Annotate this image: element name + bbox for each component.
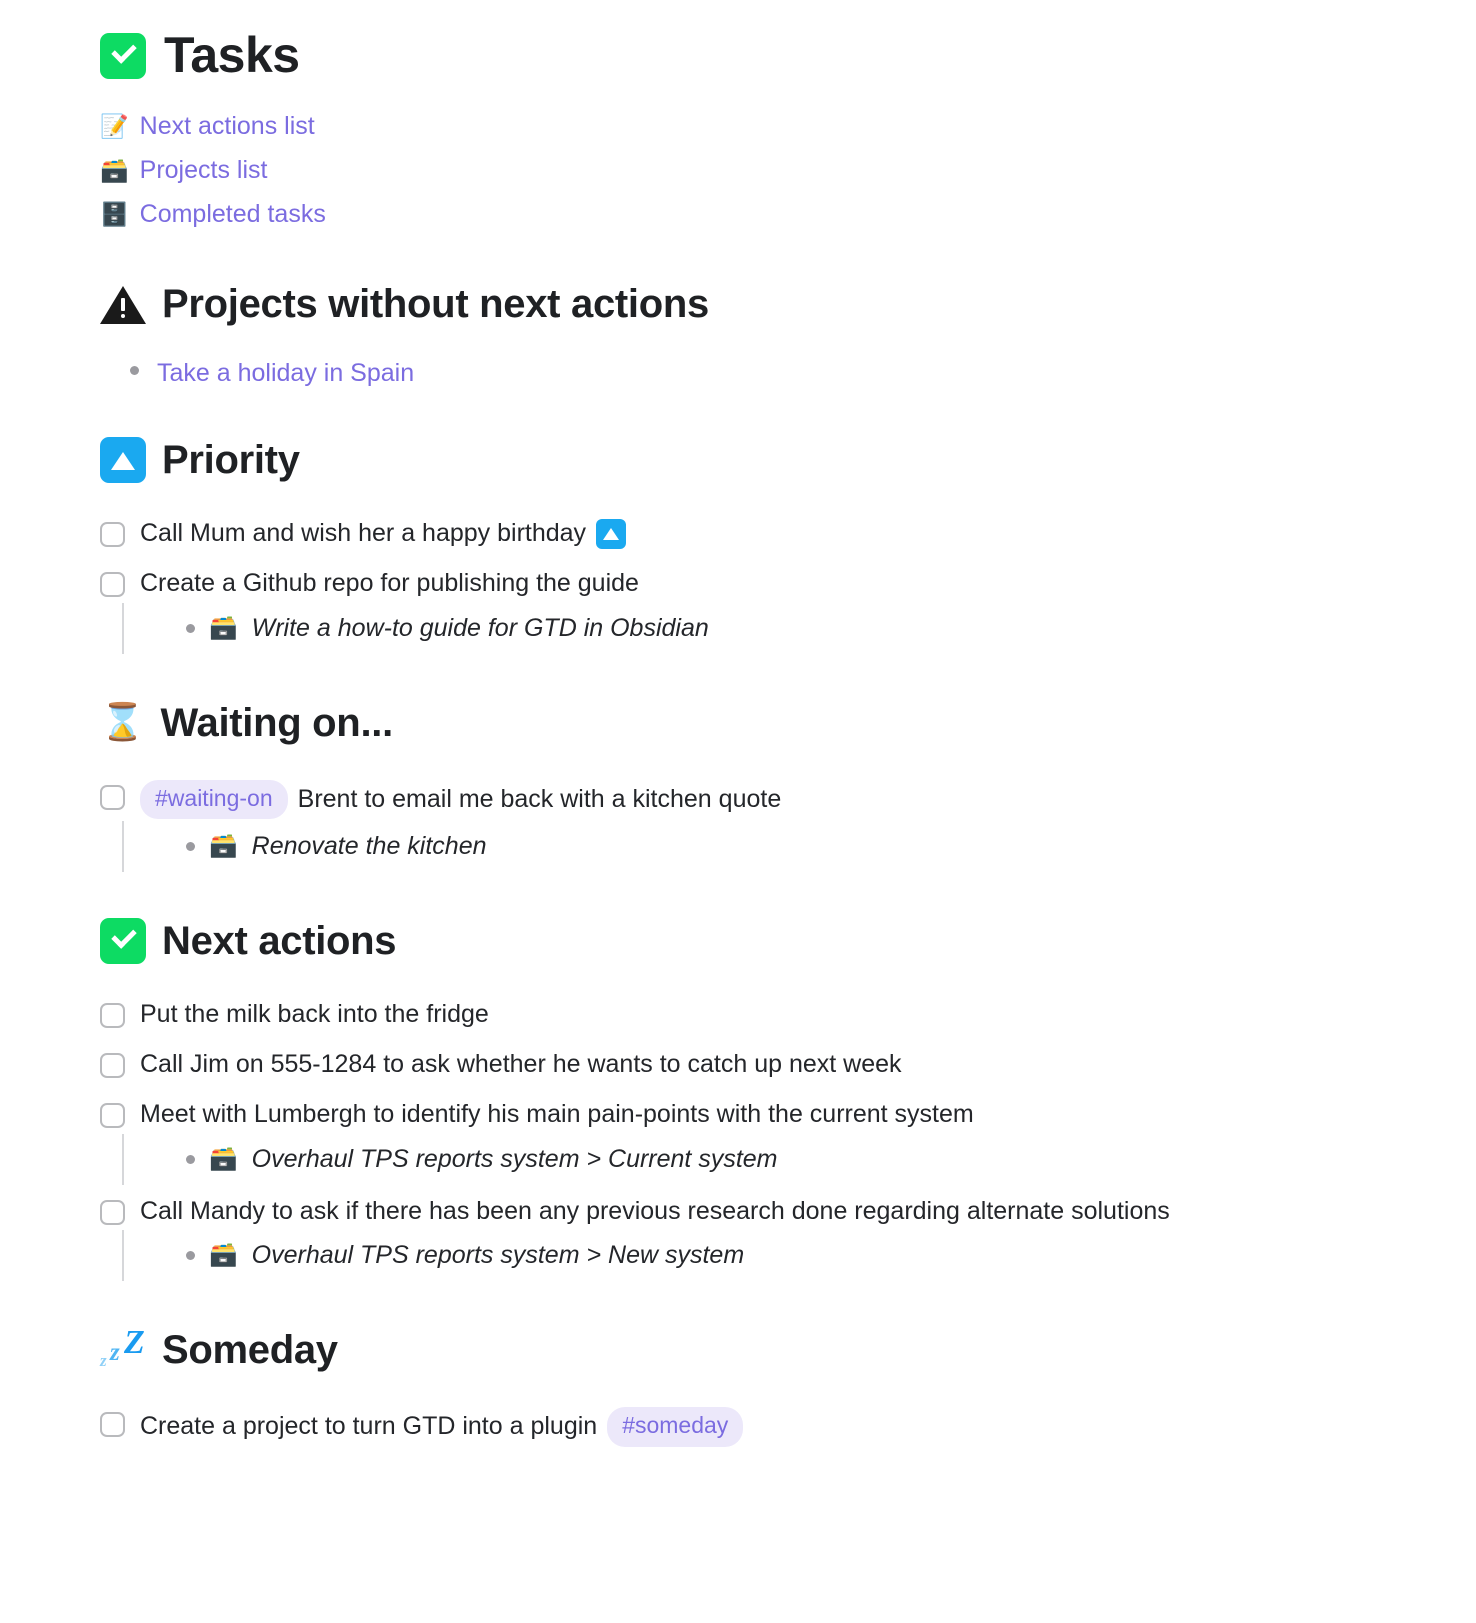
task-row[interactable]: Call Mum and wish her a happy birthday (100, 509, 1436, 559)
card-file-box-icon: 🗃️ (209, 833, 238, 860)
warning-triangle-icon (100, 284, 146, 324)
heading-next-actions: Next actions (100, 918, 1436, 965)
task-row[interactable]: Meet with Lumbergh to identify his main … (100, 1090, 1436, 1140)
task-content: Create a project to turn GTD into a plug… (140, 1407, 744, 1448)
task-content: Meet with Lumbergh to identify his main … (140, 1098, 974, 1132)
blue-up-triangle-badge-icon (100, 437, 146, 483)
task-row[interactable]: Put the milk back into the fridge (100, 990, 1436, 1040)
task-project-reference[interactable]: 🗃️ Renovate the kitchen (122, 821, 1436, 874)
bullet-icon (186, 1251, 195, 1261)
heading-waiting-on: ⌛ Waiting on... (100, 700, 1436, 746)
task-checkbox[interactable] (100, 1102, 125, 1128)
task-content: #waiting-on Brent to email me back with … (140, 779, 782, 820)
link-projects-list[interactable]: Projects list (140, 149, 268, 193)
task-checkbox[interactable] (100, 571, 125, 597)
bullet-icon (186, 623, 195, 633)
project-reference-label: Renovate the kitchen (251, 832, 487, 861)
task-label: Meet with Lumbergh to identify his main … (140, 1099, 974, 1128)
task-row[interactable]: Create a Github repo for publishing the … (100, 559, 1436, 609)
page-title: Tasks (100, 28, 1436, 83)
task-checkbox[interactable] (100, 1053, 125, 1079)
task-row[interactable]: #waiting-on Brent to email me back with … (100, 772, 1436, 828)
heading-text: Priority (162, 438, 300, 482)
link-row-completed[interactable]: 🗄️ Completed tasks (100, 193, 1436, 237)
file-cabinet-icon: 🗄️ (100, 201, 129, 228)
next-actions-task-list: Put the milk back into the fridge Call J… (100, 990, 1436, 1283)
heading-text: Someday (162, 1328, 338, 1373)
task-checkbox[interactable] (100, 1412, 125, 1438)
card-file-box-icon: 🗃️ (209, 1145, 238, 1172)
task-label: Call Mandy to ask if there has been any … (140, 1196, 1170, 1225)
blue-up-triangle-badge-icon (596, 518, 627, 549)
tag-someday[interactable]: #someday (607, 1407, 744, 1448)
bullet-icon (130, 366, 139, 375)
project-reference-label: Write a how-to guide for GTD in Obsidian (251, 613, 709, 642)
card-file-box-icon: 🗃️ (209, 614, 238, 641)
heading-priority: Priority (100, 437, 1436, 483)
zzz-icon: zzZ (100, 1324, 145, 1371)
card-file-box-icon: 🗃️ (100, 157, 129, 184)
task-row[interactable]: Call Mandy to ask if there has been any … (100, 1187, 1436, 1237)
project-link-take-a-holiday-in-spain[interactable]: Take a holiday in Spain (157, 353, 414, 393)
task-project-reference[interactable]: 🗃️ Overhaul TPS reports system > New sys… (122, 1230, 1436, 1283)
priority-task-list: Call Mum and wish her a happy birthday C… (100, 509, 1436, 656)
someday-task-list: Create a project to turn GTD into a plug… (100, 1399, 1436, 1455)
task-label: Create a project to turn GTD into a plug… (140, 1412, 598, 1441)
task-content: Create a Github repo for publishing the … (140, 567, 639, 601)
task-project-reference[interactable]: 🗃️ Overhaul TPS reports system > Current… (122, 1133, 1436, 1187)
list-item[interactable]: Take a holiday in Spain (130, 353, 1436, 393)
task-label: Brent to email me back with a kitchen qu… (297, 784, 782, 813)
task-content: Call Jim on 555-1284 to ask whether he w… (140, 1048, 902, 1082)
task-label: Create a Github repo for publishing the … (140, 568, 639, 597)
page-title-text: Tasks (164, 27, 300, 83)
white-check-mark-emoji (100, 32, 146, 79)
heading-text: Next actions (162, 919, 397, 964)
task-checkbox[interactable] (100, 1003, 125, 1029)
project-reference-label: Overhaul TPS reports system > New system (251, 1241, 745, 1270)
task-checkbox[interactable] (100, 522, 125, 547)
task-label: Call Mum and wish her a happy birthday (140, 519, 587, 547)
heading-projects-without-next-actions: Projects without next actions (100, 281, 1436, 327)
task-checkbox[interactable] (100, 1199, 125, 1225)
link-row-next-actions[interactable]: 📝 Next actions list (100, 105, 1436, 149)
bullet-icon (186, 842, 195, 852)
heading-text: Waiting on... (160, 700, 394, 745)
task-row[interactable]: Call Jim on 555-1284 to ask whether he w… (100, 1040, 1436, 1090)
task-checkbox[interactable] (100, 784, 125, 810)
task-row[interactable]: Create a project to turn GTD into a plug… (100, 1399, 1436, 1455)
note-body: Tasks 📝 Next actions list 🗃️ Projects li… (0, 0, 1476, 1495)
heading-text: Projects without next actions (162, 282, 709, 326)
task-content: Call Mandy to ask if there has been any … (140, 1195, 1170, 1229)
hourglass-icon: ⌛ (100, 701, 145, 743)
heading-someday: zzZ Someday (100, 1324, 1436, 1373)
waiting-on-task-list: #waiting-on Brent to email me back with … (100, 772, 1436, 875)
task-content: Call Mum and wish her a happy birthday (140, 517, 627, 551)
white-check-mark-emoji (100, 918, 146, 965)
link-next-actions-list[interactable]: Next actions list (140, 105, 315, 149)
task-content: Put the milk back into the fridge (140, 998, 489, 1032)
task-label: Put the milk back into the fridge (140, 1000, 489, 1029)
bullet-icon (186, 1154, 195, 1164)
task-project-reference[interactable]: 🗃️ Write a how-to guide for GTD in Obsid… (122, 602, 1436, 656)
memo-icon: 📝 (100, 113, 129, 140)
task-label: Call Jim on 555-1284 to ask whether he w… (140, 1050, 902, 1079)
projects-without-next-actions-list: Take a holiday in Spain (100, 353, 1436, 393)
link-completed-tasks[interactable]: Completed tasks (140, 193, 326, 237)
link-row-projects[interactable]: 🗃️ Projects list (100, 149, 1436, 193)
note-links-list: 📝 Next actions list 🗃️ Projects list 🗄️ … (100, 105, 1436, 237)
project-reference-label: Overhaul TPS reports system > Current sy… (251, 1144, 778, 1173)
card-file-box-icon: 🗃️ (209, 1242, 238, 1269)
tag-waiting-on[interactable]: #waiting-on (140, 779, 288, 820)
